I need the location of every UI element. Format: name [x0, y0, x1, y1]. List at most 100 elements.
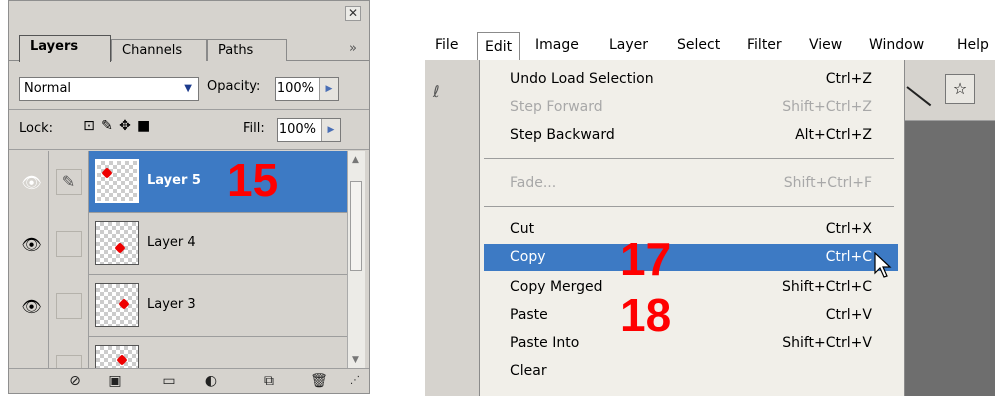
- menu-file[interactable]: File: [435, 37, 458, 53]
- menu-item-label: Paste Into: [510, 335, 580, 351]
- empty-link-box: [55, 231, 82, 257]
- tab-paths[interactable]: Paths: [207, 39, 287, 61]
- thumbnail-mark: [118, 298, 130, 310]
- menu-item-label: Step Backward: [510, 127, 615, 143]
- fill-field[interactable]: 100% ▶: [277, 118, 341, 142]
- blend-mode-select[interactable]: Normal ▼: [19, 77, 199, 101]
- eye-icon[interactable]: 👁: [15, 275, 49, 337]
- scroll-down-icon[interactable]: ▼: [352, 355, 359, 365]
- divider: [9, 149, 369, 150]
- menu-layer[interactable]: Layer: [609, 37, 648, 53]
- edit-menu: Undo Load Selection Ctrl+Z Step Forward …: [479, 60, 905, 396]
- menu-item-shortcut: Ctrl+V: [825, 307, 872, 323]
- scroll-thumb[interactable]: [350, 181, 362, 271]
- empty-link-box: [55, 293, 82, 319]
- menu-item-step-forward[interactable]: Step Forward Shift+Ctrl+Z: [484, 94, 898, 121]
- layer-row-3[interactable]: 👁 Layer 3: [15, 275, 347, 337]
- fill-label: Fill:: [243, 121, 265, 136]
- custom-shape-icon[interactable]: ☆: [945, 74, 975, 104]
- scroll-up-icon[interactable]: ▲: [352, 155, 359, 165]
- menu-item-fade[interactable]: Fade... Shift+Ctrl+F: [484, 170, 898, 197]
- adjustment-icon[interactable]: ◐: [201, 373, 221, 389]
- brush-link-cell[interactable]: ✎: [49, 151, 89, 213]
- menu-item-label: Undo Load Selection: [510, 71, 654, 87]
- layer-row-partial[interactable]: [15, 337, 347, 369]
- menu-edit[interactable]: Edit: [477, 32, 521, 60]
- trash-icon[interactable]: 🗑: [309, 373, 329, 389]
- tool-icon[interactable]: ℓ: [433, 82, 440, 101]
- menu-item-label: Copy Merged: [510, 279, 603, 295]
- menu-item-shortcut: Ctrl+Z: [825, 71, 872, 87]
- padlock-icon[interactable]: ■: [137, 118, 155, 134]
- layer-name[interactable]: Layer 5: [147, 173, 201, 188]
- menu-item-shortcut: Shift+Ctrl+Z: [782, 99, 872, 115]
- opacity-slider-arrow-icon[interactable]: ▶: [319, 78, 338, 100]
- link-cell[interactable]: [49, 275, 89, 337]
- folder-icon[interactable]: ▭: [159, 373, 179, 389]
- layers-scrollbar[interactable]: ▲ ▼: [347, 151, 365, 369]
- thumbnail-mark: [101, 167, 113, 179]
- move-lock-icon[interactable]: ✥: [119, 118, 137, 134]
- resize-grip-icon[interactable]: ⋰: [345, 373, 365, 389]
- eye-icon[interactable]: [15, 337, 49, 369]
- layer-thumbnail: [95, 221, 139, 265]
- brush-icon: ✎: [55, 169, 82, 195]
- lock-icons: ⊡✎✥■: [83, 118, 155, 134]
- mouse-cursor-icon: [874, 252, 892, 278]
- menu-item-paste-into[interactable]: Paste Into Shift+Ctrl+V: [484, 330, 898, 357]
- menu-filter[interactable]: Filter: [747, 37, 782, 53]
- annotation-number: 17: [620, 233, 672, 285]
- photoshop-window: File Edit Image Layer Select Filter View…: [425, 0, 995, 396]
- tab-channels[interactable]: Channels: [111, 39, 207, 61]
- opacity-label: Opacity:: [207, 79, 261, 94]
- opacity-field[interactable]: 100% ▶: [275, 77, 339, 101]
- menu-item-copy-merged[interactable]: Copy Merged Shift+Ctrl+C: [484, 274, 898, 301]
- menu-item-label: Cut: [510, 221, 535, 237]
- eye-icon[interactable]: 👁: [15, 151, 49, 213]
- eye-icon[interactable]: 👁: [15, 213, 49, 275]
- menu-separator: [484, 206, 894, 207]
- menu-item-shortcut: Shift+Ctrl+V: [782, 335, 872, 351]
- menu-item-clear[interactable]: Clear: [484, 358, 898, 385]
- layer-row-5[interactable]: 👁 ✎ Layer 5 15: [15, 151, 347, 213]
- chevron-down-icon: ▼: [184, 83, 192, 94]
- menu-item-shortcut: Shift+Ctrl+F: [783, 175, 872, 191]
- layer-thumbnail: [95, 159, 139, 203]
- menu-item-cut[interactable]: Cut Ctrl+X: [484, 216, 898, 243]
- fill-slider-arrow-icon[interactable]: ▶: [321, 119, 340, 141]
- menu-item-shortcut: Shift+Ctrl+C: [782, 279, 872, 295]
- menu-item-copy[interactable]: Copy Ctrl+C: [484, 244, 898, 271]
- opacity-value: 100%: [276, 81, 314, 96]
- menu-image[interactable]: Image: [535, 37, 579, 53]
- double-chevron-right-icon[interactable]: »: [349, 41, 357, 56]
- layers-panel: ✕ Layers Channels Paths » Normal ▼ Opaci…: [8, 0, 370, 394]
- close-icon[interactable]: ✕: [345, 6, 361, 21]
- menu-help[interactable]: Help: [957, 37, 989, 53]
- menu-view[interactable]: View: [809, 37, 842, 53]
- link-cell[interactable]: [49, 337, 89, 369]
- link-cell[interactable]: [49, 213, 89, 275]
- transparency-lock-icon[interactable]: ⊡: [83, 118, 101, 134]
- annotation-number: 15: [227, 154, 279, 206]
- menu-item-label: Copy: [510, 249, 546, 265]
- menu-window[interactable]: Window: [869, 37, 924, 53]
- menu-select[interactable]: Select: [677, 37, 720, 53]
- layer-name[interactable]: Layer 3: [147, 297, 196, 312]
- menu-item-step-backward[interactable]: Step Backward Alt+Ctrl+Z: [484, 122, 898, 149]
- menu-separator: [484, 158, 894, 159]
- layer-style-icon[interactable]: ▣: [105, 373, 125, 389]
- fill-value: 100%: [278, 122, 316, 137]
- brush-lock-icon[interactable]: ✎: [101, 118, 119, 134]
- menu-item-label: Fade...: [510, 175, 557, 191]
- menu-item-label: Clear: [510, 363, 547, 379]
- menu-item-paste[interactable]: Paste Ctrl+V: [484, 302, 898, 329]
- link-icon[interactable]: ⊘: [65, 373, 85, 389]
- new-layer-icon[interactable]: ⧉: [259, 373, 279, 389]
- layers-list: 👁 ✎ Layer 5 15 👁 Layer 4 👁 Layer 3: [15, 151, 347, 369]
- menu-item-undo[interactable]: Undo Load Selection Ctrl+Z: [484, 66, 898, 93]
- tab-layers[interactable]: Layers: [19, 35, 111, 62]
- annotation-number: 18: [620, 289, 672, 341]
- panel-tabs: Layers Channels Paths »: [9, 35, 369, 62]
- layer-row-4[interactable]: 👁 Layer 4: [15, 213, 347, 275]
- layer-name[interactable]: Layer 4: [147, 235, 196, 250]
